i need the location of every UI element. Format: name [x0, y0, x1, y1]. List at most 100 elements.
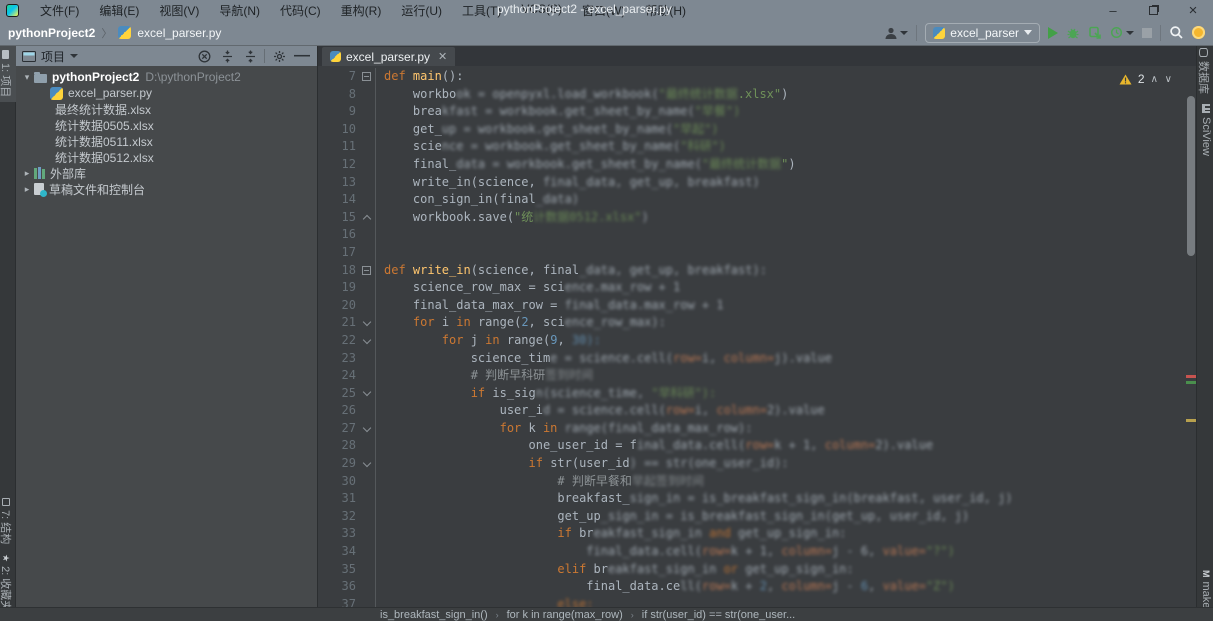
collapse-all-icon[interactable] [218, 48, 236, 64]
code-line[interactable]: 26 user_id = science.cell(row=i, column=… [318, 402, 1186, 420]
code-line[interactable]: 11 science = workbook.get_sheet_by_name(… [318, 138, 1186, 156]
line-number[interactable]: 33 [318, 525, 356, 543]
fold-marker-icon[interactable] [358, 314, 376, 332]
code-line[interactable]: 31 breakfast_sign_in = is_breakfast_sign… [318, 490, 1186, 508]
profiler-icon[interactable] [1110, 26, 1134, 40]
code-line[interactable]: 12 final_data = workbook.get_sheet_by_na… [318, 156, 1186, 174]
code-line[interactable]: 15 workbook.save("统计数据0512.xlsx") [318, 209, 1186, 227]
line-number[interactable]: 30 [318, 473, 356, 491]
breadcrumb-file[interactable]: excel_parser.py [137, 26, 221, 40]
breadcrumb-project[interactable]: pythonProject2 [8, 26, 95, 40]
line-number[interactable]: 9 [318, 103, 356, 121]
code-line[interactable]: 36 final_data.cell(row=k + 2, column=j -… [318, 578, 1186, 596]
line-number[interactable]: 28 [318, 437, 356, 455]
line-number[interactable]: 32 [318, 508, 356, 526]
line-number[interactable]: 8 [318, 86, 356, 104]
menu-item[interactable]: 运行(U) [392, 0, 451, 21]
tool-window-tab-project[interactable]: 1: 项目 [0, 50, 14, 97]
fold-marker-icon[interactable] [358, 385, 376, 403]
locate-file-icon[interactable] [195, 48, 213, 64]
line-number[interactable]: 7 [318, 68, 356, 86]
line-number[interactable]: 36 [318, 578, 356, 596]
line-number[interactable]: 22 [318, 332, 356, 350]
close-icon[interactable]: ✕ [438, 50, 447, 63]
line-number[interactable]: 25 [318, 385, 356, 403]
code-line[interactable]: 14 con_sign_in(final_data) [318, 191, 1186, 209]
restore-button[interactable] [1133, 0, 1173, 20]
editor-area[interactable]: excel_parser.py ✕ 7def main():8 workbook… [318, 46, 1196, 607]
status-breadcrumb-item[interactable]: for k in range(max_row) [507, 609, 623, 621]
code-view[interactable]: 7def main():8 workbook = openpyxl.load_w… [318, 66, 1186, 607]
code-line[interactable]: 25 if is_sign(science_time, "早科研"): [318, 385, 1186, 403]
fold-marker-icon[interactable] [358, 68, 376, 86]
line-number[interactable]: 23 [318, 350, 356, 368]
close-button[interactable]: × [1173, 0, 1213, 20]
line-number[interactable]: 16 [318, 226, 356, 244]
fold-marker-icon[interactable] [358, 209, 376, 227]
line-number[interactable]: 20 [318, 297, 356, 315]
fold-marker-icon[interactable] [358, 420, 376, 438]
menu-item[interactable]: 文件(F) [31, 0, 88, 21]
menu-item[interactable]: 重构(R) [332, 0, 391, 21]
code-line[interactable]: 35 elif breakfast_sign_in or get_up_sign… [318, 561, 1186, 579]
tree-row[interactable]: ▸草稿文件和控制台 [16, 181, 317, 197]
code-line[interactable]: 32 get_up_sign_in = is_breakfast_sign_in… [318, 508, 1186, 526]
inspection-widget[interactable]: 2 ∧ ∨ [1119, 72, 1174, 86]
line-number[interactable]: 15 [318, 209, 356, 227]
hide-panel-icon[interactable]: — [293, 48, 311, 64]
menu-item[interactable]: 编辑(E) [90, 0, 148, 21]
line-number[interactable]: 11 [318, 138, 356, 156]
tree-row[interactable]: 统计数据0505.xlsx [16, 117, 317, 133]
tool-window-tab-database[interactable]: 数据库 [1196, 48, 1212, 94]
tree-chevron-icon[interactable]: ▸ [20, 184, 34, 195]
code-line[interactable]: 27 for k in range(final_data_max_row): [318, 420, 1186, 438]
code-line[interactable]: 28 one_user_id = final_data.cell(row=k +… [318, 437, 1186, 455]
tool-window-tab-make[interactable]: M make [1200, 570, 1212, 608]
fold-marker-icon[interactable] [358, 332, 376, 350]
code-line[interactable]: 8 workbook = openpyxl.load_workbook("最终统… [318, 86, 1186, 104]
code-line[interactable]: 30 # 判断早餐和早起签到时间 [318, 473, 1186, 491]
code-line[interactable]: 16 [318, 226, 1186, 244]
status-breadcrumb-item[interactable]: is_breakfast_sign_in() [380, 609, 488, 621]
coverage-icon[interactable] [1088, 26, 1102, 40]
code-line[interactable]: 29 if str(user_id) == str(one_user_id): [318, 455, 1186, 473]
fold-marker-icon[interactable] [358, 455, 376, 473]
line-number[interactable]: 14 [318, 191, 356, 209]
error-stripe-mark-yellow[interactable] [1186, 419, 1196, 422]
user-dropdown-icon[interactable] [884, 26, 908, 40]
line-number[interactable]: 10 [318, 121, 356, 139]
line-number[interactable]: 35 [318, 561, 356, 579]
tree-row[interactable]: excel_parser.py [16, 85, 317, 101]
tree-chevron-icon[interactable]: ▾ [20, 72, 34, 83]
error-stripe-mark-red[interactable] [1186, 375, 1196, 378]
line-number[interactable]: 19 [318, 279, 356, 297]
tab-excel-parser[interactable]: excel_parser.py ✕ [322, 47, 455, 66]
code-line[interactable]: 21 for i in range(2, science_row_max): [318, 314, 1186, 332]
line-number[interactable]: 17 [318, 244, 356, 262]
menu-item[interactable]: 视图(V) [150, 0, 208, 21]
chevron-down-icon[interactable] [70, 54, 78, 58]
line-number[interactable]: 21 [318, 314, 356, 332]
code-line[interactable]: 9 breakfast = workbook.get_sheet_by_name… [318, 103, 1186, 121]
tree-row[interactable]: ▸外部库 [16, 165, 317, 181]
error-stripe-mark-green[interactable] [1186, 381, 1196, 384]
tree-row[interactable]: 统计数据0512.xlsx [16, 149, 317, 165]
settings-gear-icon[interactable] [270, 48, 288, 64]
run-configuration-select[interactable]: excel_parser [925, 23, 1040, 43]
code-line[interactable]: 33 if breakfast_sign_in and get_up_sign_… [318, 525, 1186, 543]
code-line[interactable]: 17 [318, 244, 1186, 262]
tree-row[interactable]: ▾pythonProject2D:\pythonProject2 [16, 69, 317, 85]
code-line[interactable]: 24 # 判断早科研签到时间 [318, 367, 1186, 385]
code-line[interactable]: 18def write_in(science, final_data, get_… [318, 262, 1186, 280]
fold-marker-icon[interactable] [358, 262, 376, 280]
code-line[interactable]: 22 for j in range(9, 30): [318, 332, 1186, 350]
minimize-button[interactable]: – [1093, 0, 1133, 20]
tree-chevron-icon[interactable]: ▸ [20, 168, 34, 179]
project-panel-title[interactable]: 项目 [41, 48, 65, 65]
tree-row[interactable]: 最终统计数据.xlsx [16, 101, 317, 117]
search-icon[interactable] [1169, 25, 1184, 40]
menu-item[interactable]: 导航(N) [210, 0, 269, 21]
line-number[interactable]: 29 [318, 455, 356, 473]
expand-all-icon[interactable] [241, 48, 259, 64]
line-number[interactable]: 12 [318, 156, 356, 174]
